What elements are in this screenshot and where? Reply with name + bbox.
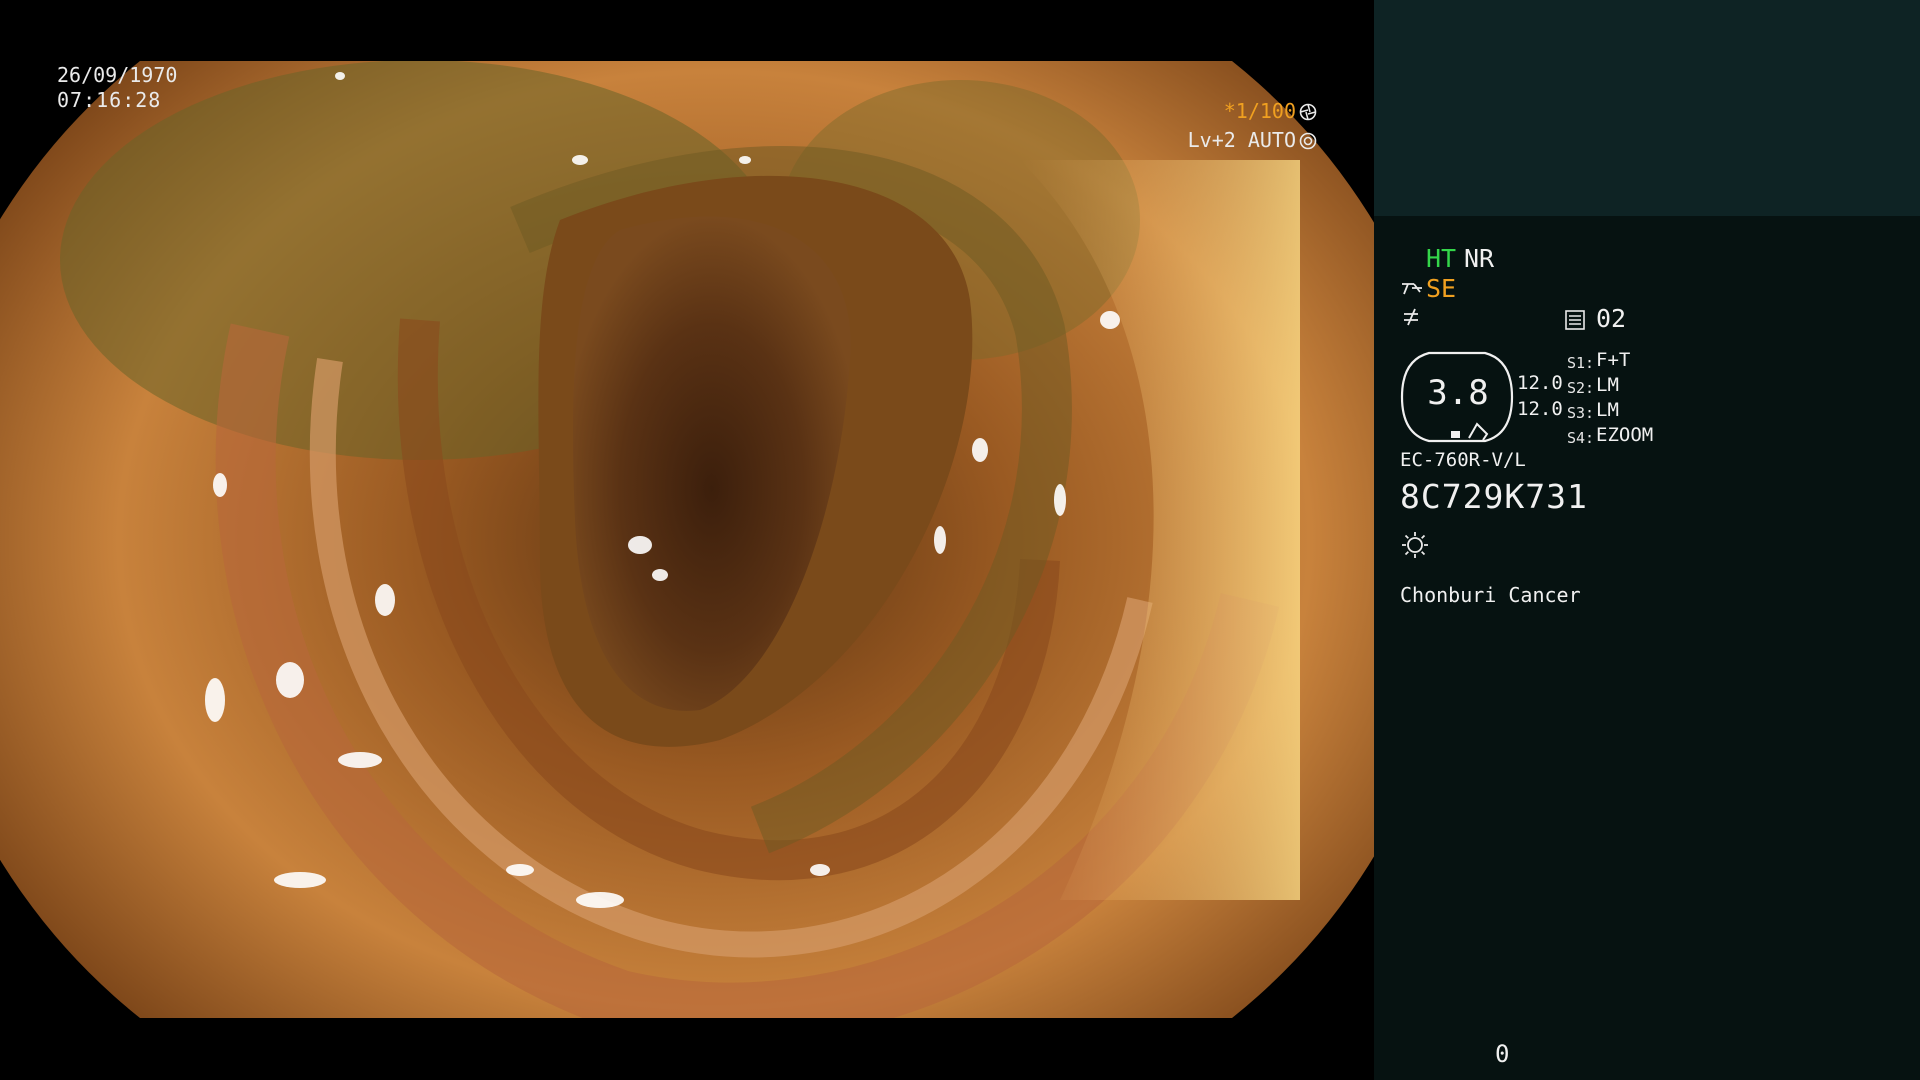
scope-se-icon [1400, 276, 1424, 300]
switch-value-3: LM [1596, 399, 1619, 421]
switch-key-4: S4: [1567, 429, 1595, 447]
scope-serial: 8C729K731 [1400, 477, 1588, 516]
gauge-value: 3.8 [1427, 373, 1489, 413]
shutter-speed-readout: *1/100 [1224, 99, 1317, 123]
value-readout-2: 12.0 [1517, 398, 1563, 420]
panel-header-area [1374, 0, 1920, 216]
mode-se-indicator: SE [1426, 274, 1457, 303]
switch-key-2: S2: [1567, 379, 1595, 397]
switch-value-4: EZOOM [1596, 424, 1654, 446]
exam-date: 26/09/1970 [57, 63, 178, 87]
scope-model: EC-760R-V/L [1400, 449, 1526, 471]
shutter-icon [1299, 102, 1317, 121]
light-icon [1400, 530, 1430, 560]
info-panel: HT NR SE 02 3.8 12.0 12.0 S1: F+T S2: LM… [1374, 0, 1920, 1080]
endoscopic-view: 26/09/1970 07:16:28 *1/100 Lv+2 AUTO [0, 0, 1374, 1080]
iris-icon [1299, 131, 1317, 150]
light-level-readout: Lv+2 AUTO [1188, 128, 1317, 152]
value-readout-1: 12.0 [1517, 372, 1563, 394]
switch-value-2: LM [1596, 374, 1619, 396]
light-level-value: Lv+2 AUTO [1187, 128, 1296, 152]
endoscopic-image [0, 0, 1374, 1080]
memory-icon [1564, 309, 1586, 331]
endoscope-screen: 26/09/1970 07:16:28 *1/100 Lv+2 AUTO HT … [0, 0, 1920, 1080]
shutter-speed-value: *1/100 [1223, 99, 1296, 123]
hospital-name: Chonburi Cancer [1400, 583, 1581, 607]
switch-key-1: S1: [1567, 354, 1595, 372]
image-counter: 0 [1495, 1040, 1510, 1068]
memory-value: 02 [1596, 304, 1627, 333]
mode-nr-indicator: NR [1464, 244, 1495, 273]
mode-ht-indicator: HT [1426, 244, 1457, 273]
switch-key-3: S3: [1567, 404, 1595, 422]
enhance-icon [1400, 305, 1424, 329]
exam-time: 07:16:28 [57, 88, 162, 112]
switch-value-1: F+T [1596, 349, 1631, 371]
